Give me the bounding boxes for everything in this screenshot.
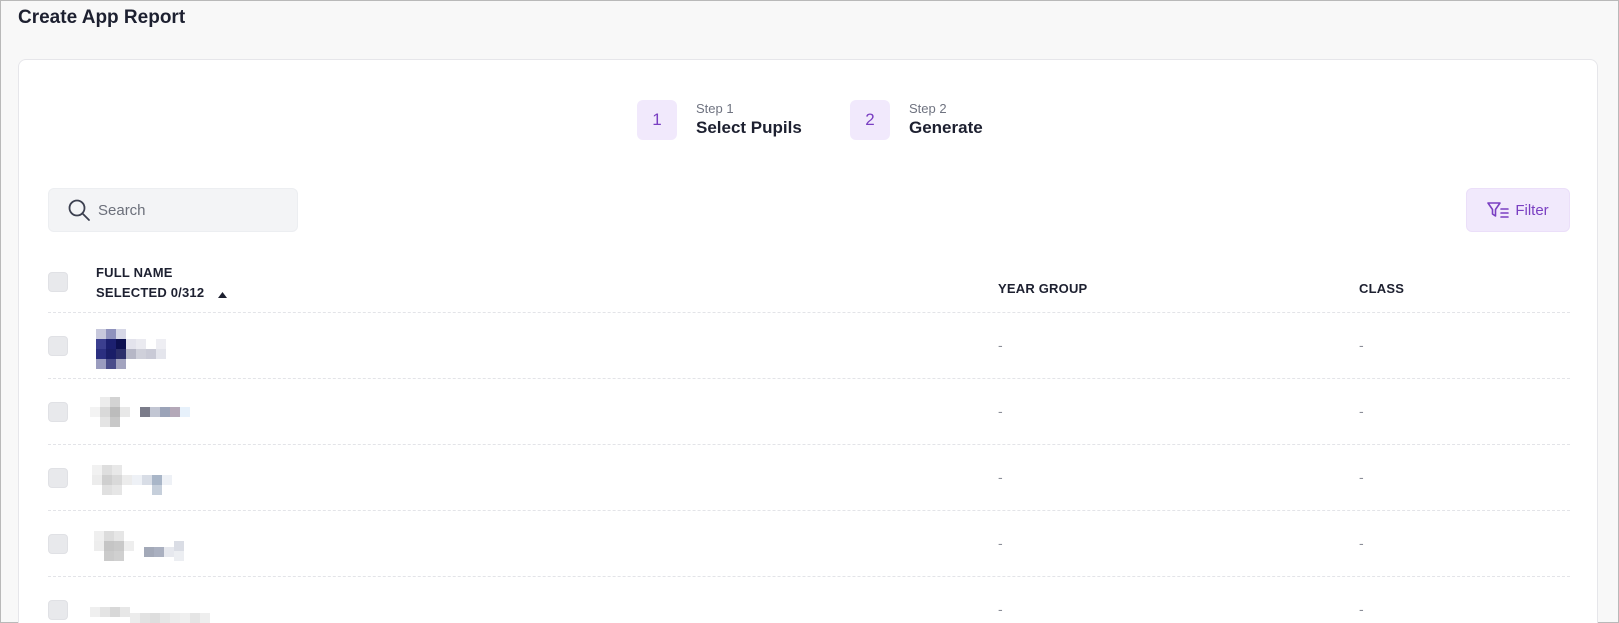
column-header-class[interactable]: CLASS xyxy=(1359,281,1404,296)
row-checkbox[interactable] xyxy=(48,468,68,488)
filter-label: Filter xyxy=(1515,201,1549,219)
pupil-name-redacted xyxy=(96,329,216,369)
table-row[interactable]: - - xyxy=(48,445,1570,511)
pupil-name-redacted xyxy=(90,593,216,623)
step-label: Generate xyxy=(909,118,983,137)
pupils-table: FULL NAME SELECTED 0/312 YEAR GROUP CLAS… xyxy=(48,252,1570,623)
search-icon xyxy=(67,197,93,223)
caret-up-icon[interactable] xyxy=(218,284,228,304)
year-group-cell: - xyxy=(998,403,1003,419)
select-all-checkbox[interactable] xyxy=(48,272,68,292)
step-label: Select Pupils xyxy=(696,118,802,137)
table-header: FULL NAME SELECTED 0/312 YEAR GROUP CLAS… xyxy=(48,252,1570,313)
step-caption: Step 1 xyxy=(696,101,734,116)
pupil-name-redacted xyxy=(92,461,216,501)
search-box[interactable] xyxy=(48,188,298,232)
year-group-cell: - xyxy=(998,601,1003,617)
year-group-cell: - xyxy=(998,337,1003,353)
class-cell: - xyxy=(1359,337,1364,353)
search-input[interactable] xyxy=(98,201,278,219)
row-checkbox[interactable] xyxy=(48,600,68,620)
pupil-name-redacted xyxy=(90,395,216,435)
class-cell: - xyxy=(1359,403,1364,419)
row-checkbox[interactable] xyxy=(48,402,68,422)
full-name-label: FULL NAME xyxy=(96,265,173,280)
report-card: 1 Step 1 Select Pupils 2 Step 2 Generate xyxy=(18,59,1598,623)
selected-count: SELECTED 0/312 xyxy=(96,285,205,300)
table-row[interactable]: - - xyxy=(48,379,1570,445)
column-header-year-group[interactable]: YEAR GROUP xyxy=(998,281,1087,296)
row-checkbox[interactable] xyxy=(48,534,68,554)
year-group-cell: - xyxy=(998,535,1003,551)
year-group-cell: - xyxy=(998,469,1003,485)
step-number: 1 xyxy=(637,100,677,140)
class-cell: - xyxy=(1359,535,1364,551)
page-title: Create App Report xyxy=(18,7,186,28)
step-generate[interactable]: 2 Step 2 Generate xyxy=(850,100,983,140)
table-row[interactable]: - - xyxy=(48,511,1570,577)
filter-button[interactable]: Filter xyxy=(1466,188,1570,232)
table-row[interactable]: - - xyxy=(48,313,1570,379)
pupil-name-redacted xyxy=(94,527,216,567)
class-cell: - xyxy=(1359,469,1364,485)
step-number: 2 xyxy=(850,100,890,140)
table-row[interactable]: - - xyxy=(48,577,1570,623)
column-header-full-name[interactable]: FULL NAME SELECTED 0/312 xyxy=(96,263,228,304)
row-checkbox[interactable] xyxy=(48,336,68,356)
filter-icon xyxy=(1487,201,1510,219)
step-caption: Step 2 xyxy=(909,101,947,116)
class-cell: - xyxy=(1359,601,1364,617)
step-select-pupils[interactable]: 1 Step 1 Select Pupils xyxy=(637,100,802,140)
